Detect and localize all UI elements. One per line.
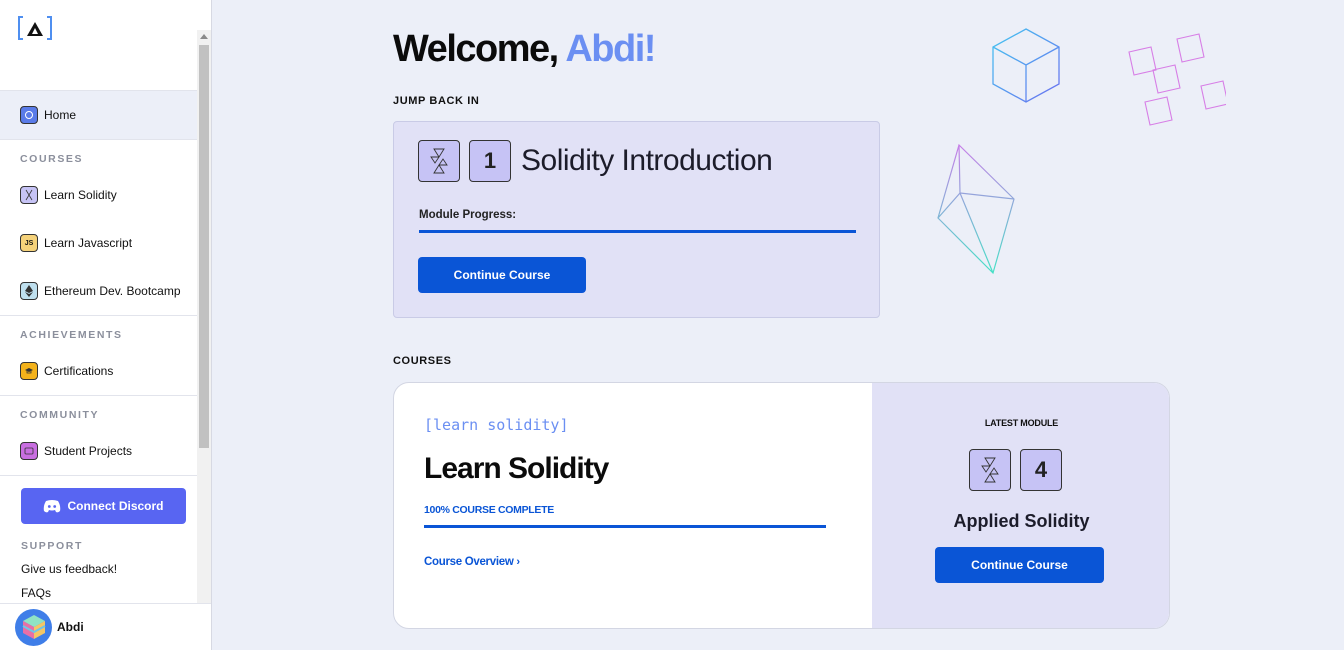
welcome-prefix: Welcome, (393, 28, 559, 70)
sidebar-scrollbar[interactable] (197, 30, 211, 604)
section-label-achievements: ACHIEVEMENTS (20, 329, 123, 341)
continue-course-button-latest[interactable]: Continue Course (935, 547, 1104, 583)
sidebar-item-student-projects[interactable]: Student Projects (0, 427, 197, 475)
course-tag: [learn solidity] (424, 416, 569, 434)
solidity-logo-icon (418, 140, 460, 182)
crystal-decoration-icon (937, 143, 1015, 275)
course-card-learn-solidity[interactable]: [learn solidity] Learn Solidity 100% COU… (393, 382, 1170, 629)
sidebar-item-label: Ethereum Dev. Bootcamp (44, 284, 181, 298)
latest-module-number: 4 (1034, 457, 1048, 482)
connect-discord-label: Connect Discord (67, 499, 164, 513)
chevron-right-icon: › (516, 556, 520, 568)
continue-course-button[interactable]: Continue Course (418, 257, 586, 293)
sidebar-item-certifications[interactable]: Certifications (0, 347, 197, 395)
course-progress-fill (424, 525, 826, 528)
sidebar-item-label: Learn Solidity (44, 188, 117, 202)
module-progress-label: Module Progress: (419, 209, 517, 221)
module-number-badge: 1 (469, 140, 511, 182)
user-name: Abdi (57, 620, 84, 634)
sidebar-item-label: Home (44, 108, 77, 122)
jump-back-card: 1 Solidity Introduction Module Progress:… (393, 121, 880, 318)
sidebar-item-label: Certifications (44, 364, 114, 378)
module-progress-bar (419, 230, 856, 233)
feedback-link[interactable]: Give us feedback! (21, 562, 117, 576)
module-progress-fill (419, 230, 856, 233)
section-label-courses: COURSES (20, 153, 84, 165)
scrollbar-thumb[interactable] (199, 45, 209, 448)
section-label-support: SUPPORT (21, 540, 83, 552)
welcome-heading: Welcome, Abdi! (393, 28, 656, 71)
course-progress-bar (424, 525, 826, 528)
latest-module-title: Applied Solidity (953, 511, 1090, 531)
sidebar-item-learn-javascript[interactable]: JS Learn Javascript (0, 219, 197, 267)
latest-module-panel: LATEST MODULE 4 Applied Solidity Continu… (872, 383, 1169, 628)
sidebar-item-label: Student Projects (44, 444, 133, 458)
sidebar-item-label: Learn Javascript (44, 236, 133, 250)
course-title: Learn Solidity (424, 452, 609, 485)
faqs-link[interactable]: FAQs (21, 586, 51, 600)
certificate-icon (20, 362, 38, 380)
module-number: 1 (483, 148, 497, 173)
sidebar-item-learn-solidity[interactable]: Learn Solidity (0, 171, 197, 219)
connect-discord-button[interactable]: Connect Discord (21, 488, 186, 524)
solidity-icon (20, 186, 38, 204)
course-complete-text: 100% COURSE COMPLETE (424, 504, 554, 516)
home-icon (20, 106, 38, 124)
grid-decoration-icon (1128, 33, 1226, 126)
course-overview-link[interactable]: Course Overview › (424, 556, 520, 568)
sidebar-item-home[interactable]: Home (0, 91, 197, 139)
sidebar-item-ethereum-bootcamp[interactable]: Ethereum Dev. Bootcamp (0, 267, 197, 315)
section-label-community: COMMUNITY (20, 409, 100, 421)
user-profile[interactable]: Abdi (0, 603, 211, 650)
avatar (15, 608, 52, 646)
latest-module-number-badge: 4 (1020, 449, 1062, 491)
cube-decoration-icon (992, 28, 1060, 103)
solidity-logo-icon (969, 449, 1011, 491)
jump-back-in-label: JUMP BACK IN (393, 95, 480, 107)
scroll-up-arrow-icon[interactable] (200, 34, 208, 39)
course-overview-label: Course Overview (424, 556, 514, 568)
folder-icon (20, 442, 38, 460)
discord-icon (44, 499, 61, 512)
latest-module-label: LATEST MODULE (984, 418, 1059, 428)
welcome-name: Abdi! (565, 28, 656, 70)
module-title: Solidity Introduction (521, 144, 773, 177)
sidebar: Home COURSES Learn Solidity JS Learn Jav… (0, 0, 212, 650)
javascript-icon: JS (20, 234, 38, 252)
courses-section-label: COURSES (393, 355, 452, 367)
ethereum-icon (20, 282, 38, 300)
